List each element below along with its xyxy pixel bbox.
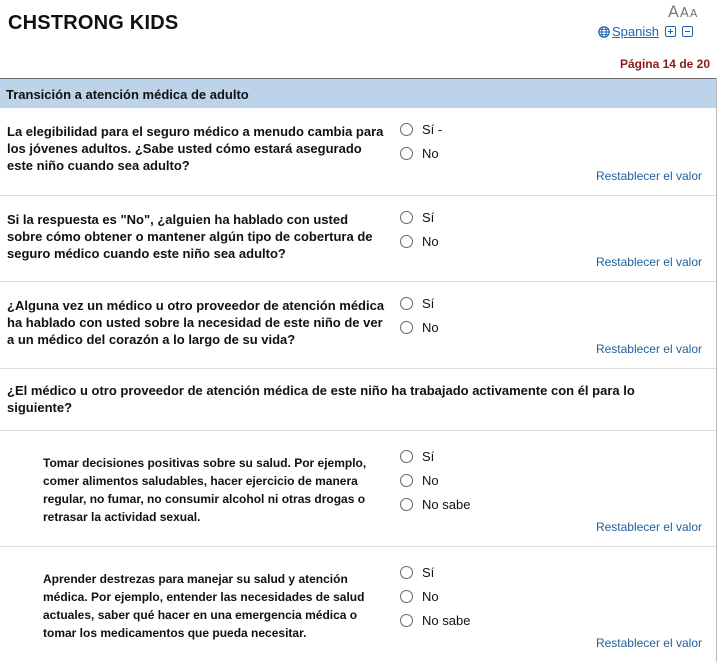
question-text: Si la respuesta es "No", ¿alguien ha hab… [7,212,373,261]
question-row-heart-doctor: ¿Alguna vez un médico u otro proveedor d… [0,282,716,369]
option-label: No sabe [422,496,471,512]
radio-option-unknown[interactable]: No sabe [400,608,470,632]
group-question-text: ¿El médico u otro proveedor de atención … [7,383,635,415]
collapse-minus-icon[interactable] [681,26,693,37]
option-label: Sí [422,448,435,464]
text-size-small-button[interactable]: A [690,7,698,20]
sub-question-row-positive-decisions: Tomar decisiones positivas sobre su salu… [0,431,716,547]
question-row-coverage-discussion: Si la respuesta es "No", ¿alguien ha hab… [0,196,716,282]
radio-option-no[interactable]: No [400,584,470,608]
radio-button[interactable] [400,497,413,511]
radio-button[interactable] [400,449,413,463]
text-size-controls: AAA [668,2,698,21]
option-label: No [422,588,439,604]
radio-group: Sí No No sabe [400,560,470,632]
page-header: CHSTRONG KIDS AAA Spanish Página 14 de 2… [0,0,718,78]
radio-button[interactable] [400,613,413,627]
reset-value-link[interactable]: Restablecer el valor [596,255,702,269]
radio-option-no[interactable]: No [400,315,439,339]
option-label: No sabe [422,612,471,628]
reset-value-link[interactable]: Restablecer el valor [596,520,702,534]
sub-question-row-health-skills: Aprender destrezas para manejar su salud… [0,547,716,662]
radio-group: Sí No No sabe [400,444,470,516]
option-label: No [422,319,439,335]
radio-option-yes[interactable]: Sí [400,560,470,584]
option-label: No [422,233,439,249]
question-text: ¿Alguna vez un médico u otro proveedor d… [7,298,385,347]
radio-button[interactable] [400,589,413,603]
radio-option-yes[interactable]: Sí - [400,117,442,141]
app-title: CHSTRONG KIDS [8,12,179,34]
option-label: Sí - [422,121,443,137]
radio-button[interactable] [400,122,413,136]
option-label: Sí [422,564,435,580]
question-row-insurance-knowledge: La elegibilidad para el seguro médico a … [0,108,716,196]
radio-group: Sí No [400,205,439,253]
sub-question-text: Tomar decisiones positivas sobre su salu… [43,456,367,524]
expand-plus-icon[interactable] [664,26,676,37]
option-label: Sí [422,209,435,225]
radio-option-yes[interactable]: Sí [400,444,470,468]
text-size-large-button[interactable]: A [668,2,679,21]
sub-question-text: Aprender destrezas para manejar su salud… [43,572,365,640]
radio-option-no[interactable]: No [400,468,470,492]
question-text: La elegibilidad para el seguro médico a … [7,124,384,173]
radio-button[interactable] [400,234,413,248]
radio-button[interactable] [400,565,413,579]
radio-button[interactable] [400,296,413,310]
radio-group: Sí - No [400,117,442,165]
reset-value-link[interactable]: Restablecer el valor [596,636,702,650]
page-indicator: Página 14 de 20 [619,57,710,71]
radio-button[interactable] [400,146,413,160]
reset-value-link[interactable]: Restablecer el valor [596,169,702,183]
option-label: Sí [422,295,435,311]
reset-value-link[interactable]: Restablecer el valor [596,342,702,356]
radio-button[interactable] [400,320,413,334]
language-controls: Spanish [598,24,693,39]
group-question-row: ¿El médico u otro proveedor de atención … [0,369,716,431]
radio-option-yes[interactable]: Sí [400,205,439,229]
section-header: Transición a atención médica de adulto [0,78,716,108]
right-border [716,78,717,662]
globe-icon [598,25,610,38]
language-link[interactable]: Spanish [612,24,659,39]
radio-button[interactable] [400,473,413,487]
radio-option-yes[interactable]: Sí [400,291,439,315]
option-label: No [422,472,439,488]
radio-option-no[interactable]: No [400,229,439,253]
option-label: No [422,145,439,161]
radio-group: Sí No [400,291,439,339]
radio-option-unknown[interactable]: No sabe [400,492,470,516]
text-size-medium-button[interactable]: A [680,6,689,21]
radio-button[interactable] [400,210,413,224]
radio-option-no[interactable]: No [400,141,442,165]
